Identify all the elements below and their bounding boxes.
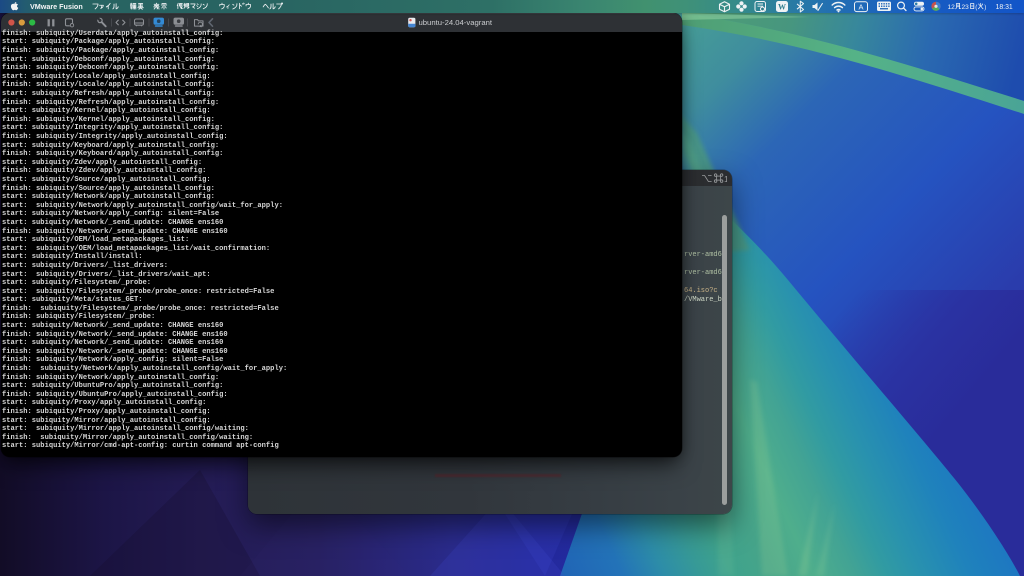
svg-text:12: 12 [948, 4, 956, 11]
svg-text:18:31: 18:31 [996, 4, 1013, 11]
svg-text:(: ( [975, 4, 978, 11]
svg-text:23: 23 [962, 4, 970, 11]
svg-text:1: 1 [724, 174, 727, 184]
svg-text:VMware Fusion: VMware Fusion [30, 2, 83, 11]
svg-text:A: A [858, 3, 863, 12]
svg-text:W: W [778, 3, 786, 12]
svg-text:): ) [984, 4, 986, 11]
